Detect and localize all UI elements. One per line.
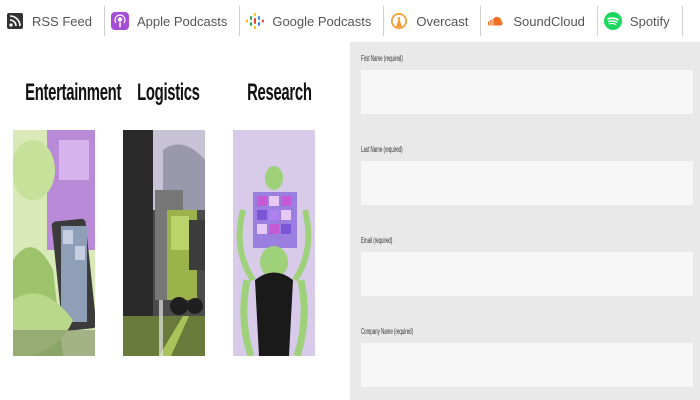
overcast-label: Overcast (416, 13, 469, 29)
category-title: Research (247, 79, 312, 106)
contact-form: First Name (required) Last Name (require… (350, 42, 700, 400)
overcast-icon (390, 12, 408, 30)
last-name-label: Last Name (required) (361, 145, 403, 154)
rss-feed-label: RSS Feed (32, 13, 92, 29)
soundcloud-link[interactable]: SoundCloud (481, 6, 597, 36)
first-name-label: First Name (required) (361, 54, 403, 63)
divider (681, 6, 683, 36)
overcast-link[interactable]: Overcast (384, 6, 480, 36)
email-field[interactable] (361, 252, 693, 296)
apple-podcasts-label: Apple Podcasts (136, 13, 228, 29)
last-name-group: Last Name (required) (361, 145, 693, 205)
category-image-research[interactable] (233, 130, 315, 356)
podcast-links-bar: RSS Feed Apple Podcasts Google Podcasts (0, 0, 700, 42)
apple-podcasts-link[interactable]: Apple Podcasts (105, 6, 239, 36)
category-card-research[interactable]: Research (230, 78, 320, 356)
category-image-entertainment[interactable] (13, 130, 95, 356)
spotify-label: Spotify (629, 13, 670, 29)
email-label: Email (required) (361, 236, 393, 245)
category-card-entertainment[interactable]: Entertainment (8, 78, 122, 356)
category-image-logistics[interactable] (123, 130, 205, 356)
soundcloud-label: SoundCloud (513, 13, 585, 29)
google-podcasts-icon (246, 12, 265, 30)
soundcloud-icon (487, 12, 505, 30)
first-name-group: First Name (required) (361, 54, 693, 114)
email-group: Email (required) (361, 236, 693, 296)
rss-feed-link[interactable]: RSS Feed (0, 6, 104, 36)
last-name-field[interactable] (361, 161, 693, 205)
category-section: Entertainment Logistics Research (0, 42, 350, 400)
google-podcasts-link[interactable]: Google Podcasts (240, 6, 383, 36)
company-name-label: Company Name (required) (361, 327, 414, 336)
category-title: Logistics (137, 79, 200, 106)
google-podcasts-label: Google Podcasts (272, 13, 372, 29)
company-name-field[interactable] (361, 343, 693, 387)
category-title: Entertainment (25, 79, 122, 106)
first-name-field[interactable] (361, 70, 693, 114)
spotify-link[interactable]: Spotify (598, 6, 682, 36)
rss-icon (6, 12, 24, 30)
spotify-icon (603, 12, 622, 30)
company-name-group: Company Name (required) (361, 327, 693, 387)
apple-podcasts-icon (110, 12, 129, 30)
category-card-logistics[interactable]: Logistics (120, 78, 210, 356)
